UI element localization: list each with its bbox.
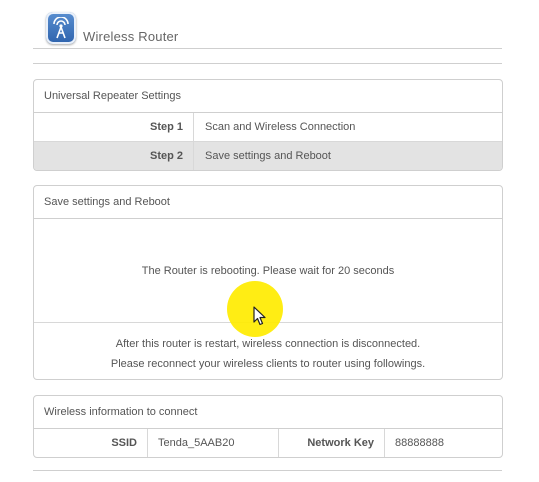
repeater-settings-panel: Universal Repeater Settings Step 1 Scan … [33,79,503,171]
wifi-tower-icon [46,12,76,44]
router-page: Wireless Router Universal Repeater Setti… [0,0,539,482]
step-description: Save settings and Reboot [205,150,331,162]
panel-title: Wireless information to connect [34,396,502,429]
header: Wireless Router [33,8,502,48]
network-key-value: 88888888 [395,437,444,449]
step-description: Scan and Wireless Connection [205,121,356,133]
step-label: Step 2 [34,142,194,170]
network-key-label: Network Key [279,429,385,457]
ssid-value: Tenda_5AAB20 [148,429,279,457]
panel-title: Universal Repeater Settings [34,80,502,113]
reboot-message-text: The Router is rebooting. Please wait for… [141,264,395,277]
wireless-info-panel: Wireless information to connect SSID Ten… [33,395,503,458]
header-divider-secondary [33,63,502,64]
brand-title: Wireless Router [83,29,179,44]
note-line: After this router is restart, wireless c… [115,338,421,350]
reboot-panel: Save settings and Reboot The Router is r… [33,185,503,380]
step-row-1[interactable]: Step 1 Scan and Wireless Connection [34,113,502,141]
step-label: Step 1 [34,113,194,141]
ssid-label: SSID [34,429,148,457]
mouse-pointer-icon [253,306,266,326]
header-divider [33,48,502,49]
note-line: Please reconnect your wireless clients t… [110,358,426,370]
step-row-2[interactable]: Step 2 Save settings and Reboot [34,141,502,170]
wireless-info-row: SSID Tenda_5AAB20 Network Key 88888888 [34,429,502,457]
panel-title: Save settings and Reboot [34,186,502,219]
footer-divider [33,470,502,471]
